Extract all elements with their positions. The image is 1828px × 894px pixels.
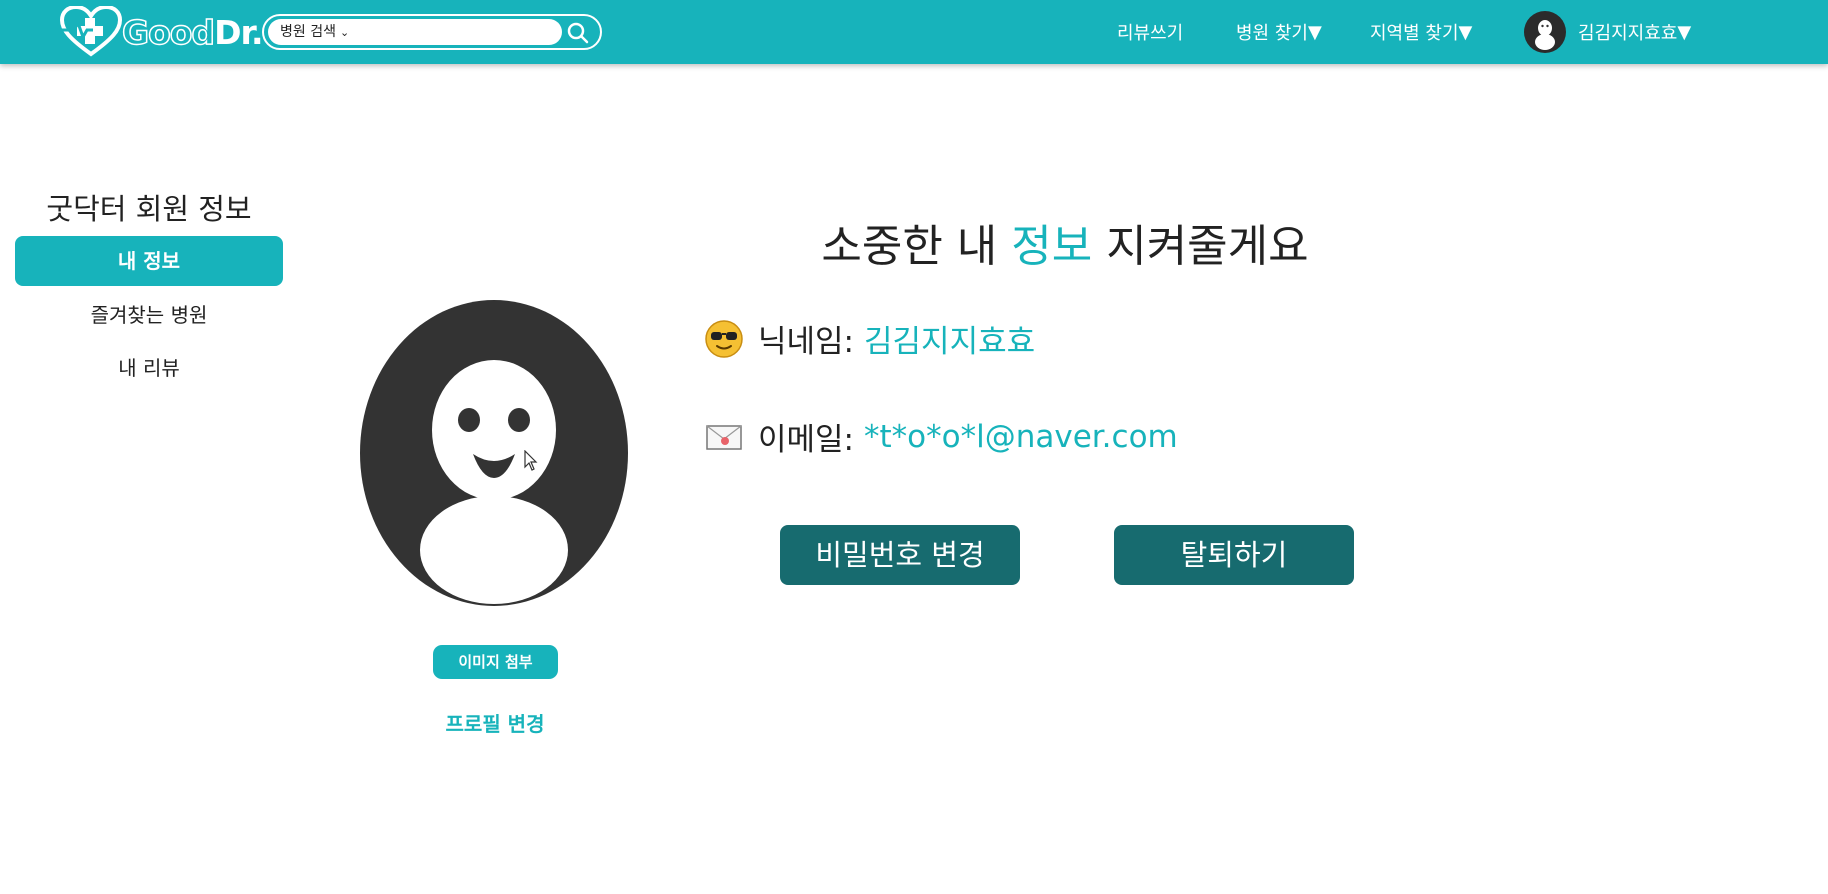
sidebar-item-my-info[interactable]: 내 정보 [15, 236, 283, 286]
logo-text-good: Good [121, 12, 216, 53]
caret-down-icon: ▼ [1307, 21, 1322, 43]
sidebar-title: 굿닥터 회원 정보 [46, 192, 252, 226]
email-label: 이메일: [758, 422, 855, 458]
sidebar-item-my-reviews[interactable]: 내 리뷰 [15, 343, 283, 393]
default-avatar-icon [420, 360, 568, 604]
envelope-emoji-icon [706, 424, 742, 450]
caret-down-icon: ▼ [1458, 21, 1473, 43]
headline-highlight: 정보 [1011, 221, 1093, 272]
heart-logo-icon [60, 6, 122, 57]
nickname-value: 김김지지효효 [864, 324, 1036, 360]
sidebar-item-favorite-hospitals[interactable]: 즐겨찾는 병원 [15, 290, 283, 340]
top-navbar: GoodDr. 병원 검색 ⌄ 리뷰쓰기 병원 찾기 ▼ 지역별 찾기 ▼ 김김지… [0, 0, 1828, 64]
change-password-button[interactable]: 비밀번호 변경 [780, 525, 1020, 585]
email-value: *t*o*o*l@naver.com [864, 418, 1178, 455]
nav-write-review[interactable]: 리뷰쓰기 [1117, 0, 1183, 64]
nickname-label: 닉네임: [758, 324, 855, 360]
profile-image [360, 300, 628, 606]
nav-find-by-region-label: 지역별 찾기 [1370, 23, 1459, 44]
logo-text-dr: Dr. [214, 12, 263, 52]
search-type-select[interactable]: 병원 검색 ⌄ [268, 19, 562, 45]
attach-image-button[interactable]: 이미지 첨부 [433, 645, 558, 679]
email-row: 이메일: *t*o*o*l@naver.com [704, 414, 1178, 459]
site-logo[interactable]: GoodDr. [60, 6, 264, 58]
withdraw-button[interactable]: 탈퇴하기 [1114, 525, 1354, 585]
nav-write-review-label: 리뷰쓰기 [1117, 23, 1184, 44]
profile-change-link[interactable]: 프로필 변경 [420, 708, 570, 737]
chevron-down-icon: ⌄ [339, 26, 350, 39]
nav-find-hospital-label: 병원 찾기 [1236, 23, 1308, 44]
user-menu[interactable]: 김김지지효효 ▼ [1578, 0, 1691, 64]
caret-down-icon: ▼ [1677, 21, 1692, 43]
sunglasses-emoji-icon [705, 319, 743, 358]
mouse-cursor-icon [524, 450, 538, 471]
page-headline: 소중한 내 정보 지켜줄게요 [700, 210, 1430, 274]
search-bar: 병원 검색 ⌄ [262, 14, 602, 50]
nav-find-hospital[interactable]: 병원 찾기 ▼ [1236, 0, 1322, 64]
nickname-row: 닉네임: 김김지지효효 [704, 316, 1035, 361]
search-icon[interactable] [566, 21, 590, 45]
user-avatar-icon[interactable] [1524, 11, 1566, 53]
headline-text-after: 지켜줄게요 [1092, 221, 1309, 272]
search-type-label: 병원 검색 [280, 24, 336, 40]
nav-find-by-region[interactable]: 지역별 찾기 ▼ [1370, 0, 1472, 64]
user-name-label: 김김지지효효 [1578, 23, 1678, 44]
headline-text-before: 소중한 내 [821, 221, 1012, 272]
